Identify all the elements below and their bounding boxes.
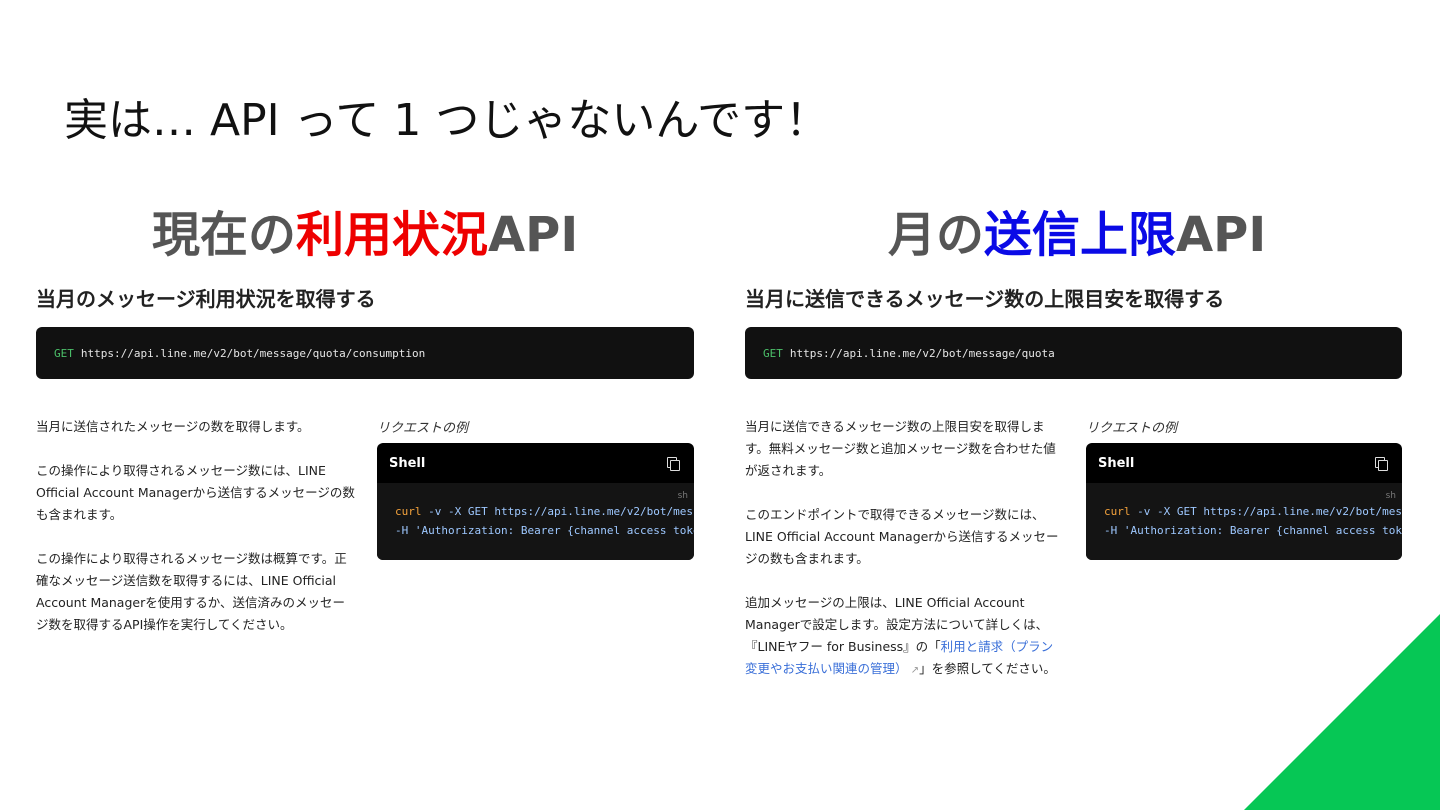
- section-title-consumption: 当月のメッセージ利用状況を取得する: [36, 287, 376, 311]
- heading-prefix: 月の: [888, 207, 985, 263]
- code-command: curl: [395, 505, 422, 518]
- shell-code-block: Shell sh curl -v -X GET https://api.line…: [1086, 443, 1402, 560]
- endpoint-url[interactable]: https://api.line.me/v2/bot/message/quota: [790, 347, 1055, 360]
- paragraph: 追加メッセージの上限は、LINE Official Account Manage…: [745, 592, 1065, 682]
- paragraph: このエンドポイントで取得できるメッセージ数には、LINE Official Ac…: [745, 507, 1059, 566]
- code-line: curl -v -X GET https://api.line.me/v2/bo…: [395, 502, 694, 521]
- heading-suffix: API: [1176, 207, 1267, 263]
- paragraph: 当月に送信されたメッセージの数を取得します。: [36, 419, 310, 434]
- request-example-label: リクエストの例: [377, 421, 469, 436]
- description-consumption: 当月に送信されたメッセージの数を取得します。 この操作により取得されるメッセージ…: [36, 416, 356, 658]
- code-line: -H 'Authorization: Bearer {channel acces…: [395, 524, 694, 537]
- code-args: -v -X GET https://api.line.me/v2/bot/mes…: [428, 505, 694, 518]
- http-method: GET: [54, 346, 74, 360]
- code-args: -v -X GET https://api.line.me/v2/bot/mes…: [1137, 505, 1402, 518]
- code-command: curl: [1104, 505, 1131, 518]
- shell-header: Shell: [377, 443, 694, 483]
- request-example-label: リクエストの例: [1086, 421, 1178, 436]
- heading-highlight-red: 利用状況: [296, 207, 489, 263]
- shell-title: Shell: [1098, 455, 1135, 471]
- paragraph: この操作により取得されるメッセージ数は概算です。正確なメッセージ送信数を取得する…: [36, 551, 347, 632]
- http-method: GET: [763, 346, 783, 360]
- paragraph-text: 」を参照してください。: [919, 661, 1056, 676]
- description-quota: 当月に送信できるメッセージ数の上限目安を取得します。無料メッセージ数と追加メッセ…: [745, 416, 1065, 704]
- paragraph: この操作により取得されるメッセージ数には、LINE Official Accou…: [36, 463, 355, 522]
- endpoint-url[interactable]: https://api.line.me/v2/bot/message/quota…: [81, 347, 425, 360]
- slide-title: 実は… API って 1 つじゃないんです！: [64, 95, 830, 146]
- shell-code-block: Shell sh curl -v -X GET https://api.line…: [377, 443, 694, 560]
- heading-suffix: API: [488, 207, 579, 263]
- endpoint-box-consumption: GET https://api.line.me/v2/bot/message/qu…: [36, 327, 694, 379]
- copy-icon[interactable]: [666, 456, 680, 471]
- code-line: -H 'Authorization: Bearer {channel acces…: [1104, 524, 1402, 537]
- corner-green-triangle: [1244, 614, 1440, 810]
- heading-quota-api: 月の送信上限API: [888, 195, 1266, 265]
- shell-code: sh curl -v -X GET https://api.line.me/v2…: [377, 483, 694, 560]
- endpoint-box-quota: GET https://api.line.me/v2/bot/message/qu…: [745, 327, 1402, 379]
- code-line: curl -v -X GET https://api.line.me/v2/bo…: [1104, 502, 1402, 521]
- code-language-label: sh: [677, 491, 688, 501]
- section-title-quota: 当月に送信できるメッセージ数の上限目安を取得する: [745, 287, 1225, 311]
- shell-title: Shell: [389, 455, 426, 471]
- heading-consumption-api: 現在の利用状況API: [152, 195, 578, 265]
- heading-highlight-blue: 送信上限: [984, 207, 1177, 263]
- shell-code: sh curl -v -X GET https://api.line.me/v2…: [1086, 483, 1402, 560]
- code-language-label: sh: [1385, 491, 1396, 501]
- external-link-icon: ↗: [907, 665, 920, 676]
- copy-icon[interactable]: [1374, 456, 1388, 471]
- heading-prefix: 現在の: [152, 207, 297, 263]
- shell-header: Shell: [1086, 443, 1402, 483]
- paragraph: 当月に送信できるメッセージ数の上限目安を取得します。無料メッセージ数と追加メッセ…: [745, 419, 1056, 478]
